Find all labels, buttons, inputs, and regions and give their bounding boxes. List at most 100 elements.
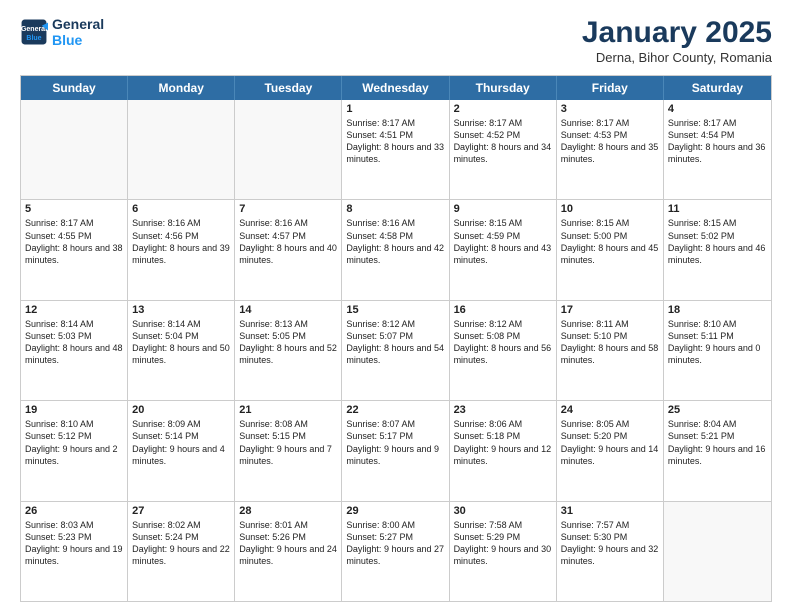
day-cell-16: 16 Sunrise: 8:12 AMSunset: 5:08 PMDayligh…: [450, 301, 557, 400]
cell-info: Sunrise: 8:17 AMSunset: 4:53 PMDaylight:…: [561, 117, 659, 166]
cell-info: Sunrise: 8:16 AMSunset: 4:58 PMDaylight:…: [346, 217, 444, 266]
cell-info: Sunrise: 8:16 AMSunset: 4:56 PMDaylight:…: [132, 217, 230, 266]
day-number: 21: [239, 404, 337, 416]
day-cell-18: 18Sunrise: 8:10 AMSunset: 5:11 PMDayligh…: [664, 301, 771, 400]
day-number: 7: [239, 203, 337, 215]
cell-info: Sunrise: 8:12 AMSunset: 5:08 PMDaylight:…: [454, 318, 552, 367]
cell-info: Sunrise: 7:57 AMSunset: 5:30 PMDaylight:…: [561, 519, 659, 568]
empty-cell: [664, 502, 771, 601]
day-cell-19: 19 Sunrise: 8:10 AMSunset: 5:12 PMDayligh…: [21, 401, 128, 500]
logo-icon: General Blue: [20, 18, 48, 46]
cell-info: Sunrise: 8:12 AMSunset: 5:07 PMDaylight:…: [346, 318, 444, 367]
cell-info: Sunrise: 8:17 AMSunset: 4:55 PMDaylight:…: [25, 217, 123, 266]
day-cell-11: 11 Sunrise: 8:15 AMSunset: 5:02 PMDayligh…: [664, 200, 771, 299]
day-cell-31: 31 Sunrise: 7:57 AMSunset: 5:30 PMDayligh…: [557, 502, 664, 601]
cell-info: Sunrise: 8:08 AMSunset: 5:15 PMDaylight:…: [239, 418, 337, 467]
day-cell-29: 29Sunrise: 8:00 AMSunset: 5:27 PMDayligh…: [342, 502, 449, 601]
cell-info: Sunrise: 8:16 AMSunset: 4:57 PMDaylight:…: [239, 217, 337, 266]
day-cell-28: 28 Sunrise: 8:01 AMSunset: 5:26 PMDayligh…: [235, 502, 342, 601]
day-number: 23: [454, 404, 552, 416]
day-number: 29: [346, 505, 444, 517]
day-cell-5: 5 Sunrise: 8:17 AMSunset: 4:55 PMDaylight…: [21, 200, 128, 299]
day-cell-1: 1 Sunrise: 8:17 AMSunset: 4:51 PMDaylight…: [342, 100, 449, 199]
header-day-saturday: Saturday: [664, 76, 771, 100]
day-cell-27: 27Sunrise: 8:02 AMSunset: 5:24 PMDayligh…: [128, 502, 235, 601]
day-cell-15: 15Sunrise: 8:12 AMSunset: 5:07 PMDayligh…: [342, 301, 449, 400]
cell-info: Sunrise: 8:06 AMSunset: 5:18 PMDaylight:…: [454, 418, 552, 467]
day-cell-6: 6 Sunrise: 8:16 AMSunset: 4:56 PMDaylight…: [128, 200, 235, 299]
logo: General Blue GeneralBlue: [20, 16, 104, 48]
day-number: 13: [132, 304, 230, 316]
day-cell-4: 4 Sunrise: 8:17 AMSunset: 4:54 PMDaylight…: [664, 100, 771, 199]
cell-info: Sunrise: 8:15 AMSunset: 4:59 PMDaylight:…: [454, 217, 552, 266]
calendar-row-2: 12 Sunrise: 8:14 AMSunset: 5:03 PMDayligh…: [21, 301, 771, 401]
cell-info: Sunrise: 8:17 AMSunset: 4:54 PMDaylight:…: [668, 117, 767, 166]
cell-info: Sunrise: 8:11 AMSunset: 5:10 PMDaylight:…: [561, 318, 659, 367]
cell-info: Sunrise: 8:15 AMSunset: 5:02 PMDaylight:…: [668, 217, 767, 266]
day-cell-7: 7 Sunrise: 8:16 AMSunset: 4:57 PMDaylight…: [235, 200, 342, 299]
day-cell-10: 10 Sunrise: 8:15 AMSunset: 5:00 PMDayligh…: [557, 200, 664, 299]
cell-info: Sunrise: 8:05 AMSunset: 5:20 PMDaylight:…: [561, 418, 659, 467]
calendar: SundayMondayTuesdayWednesdayThursdayFrid…: [20, 75, 772, 602]
cell-info: Sunrise: 8:01 AMSunset: 5:26 PMDaylight:…: [239, 519, 337, 568]
day-number: 10: [561, 203, 659, 215]
month-title: January 2025: [582, 16, 772, 50]
cell-info: Sunrise: 8:02 AMSunset: 5:24 PMDaylight:…: [132, 519, 230, 568]
day-cell-26: 26Sunrise: 8:03 AMSunset: 5:23 PMDayligh…: [21, 502, 128, 601]
day-cell-12: 12 Sunrise: 8:14 AMSunset: 5:03 PMDayligh…: [21, 301, 128, 400]
location-subtitle: Derna, Bihor County, Romania: [582, 50, 772, 65]
day-cell-17: 17 Sunrise: 8:11 AMSunset: 5:10 PMDayligh…: [557, 301, 664, 400]
calendar-row-3: 19 Sunrise: 8:10 AMSunset: 5:12 PMDayligh…: [21, 401, 771, 501]
svg-text:Blue: Blue: [26, 35, 41, 42]
empty-cell: [21, 100, 128, 199]
day-number: 18: [668, 304, 767, 316]
logo-text: GeneralBlue: [52, 16, 104, 48]
day-cell-3: 3 Sunrise: 8:17 AMSunset: 4:53 PMDaylight…: [557, 100, 664, 199]
header-day-monday: Monday: [128, 76, 235, 100]
day-number: 12: [25, 304, 123, 316]
day-number: 20: [132, 404, 230, 416]
header: General Blue GeneralBlue January 2025 De…: [20, 16, 772, 65]
header-day-sunday: Sunday: [21, 76, 128, 100]
day-cell-9: 9Sunrise: 8:15 AMSunset: 4:59 PMDaylight…: [450, 200, 557, 299]
day-number: 31: [561, 505, 659, 517]
page: General Blue GeneralBlue January 2025 De…: [0, 0, 792, 612]
cell-info: Sunrise: 8:03 AMSunset: 5:23 PMDaylight:…: [25, 519, 123, 568]
day-number: 3: [561, 103, 659, 115]
cell-info: Sunrise: 8:14 AMSunset: 5:04 PMDaylight:…: [132, 318, 230, 367]
day-number: 28: [239, 505, 337, 517]
day-cell-13: 13 Sunrise: 8:14 AMSunset: 5:04 PMDayligh…: [128, 301, 235, 400]
day-number: 14: [239, 304, 337, 316]
day-number: 6: [132, 203, 230, 215]
cell-info: Sunrise: 8:15 AMSunset: 5:00 PMDaylight:…: [561, 217, 659, 266]
day-cell-20: 20 Sunrise: 8:09 AMSunset: 5:14 PMDayligh…: [128, 401, 235, 500]
day-number: 1: [346, 103, 444, 115]
day-number: 4: [668, 103, 767, 115]
cell-info: Sunrise: 8:14 AMSunset: 5:03 PMDaylight:…: [25, 318, 123, 367]
day-number: 24: [561, 404, 659, 416]
calendar-row-0: 1 Sunrise: 8:17 AMSunset: 4:51 PMDaylight…: [21, 100, 771, 200]
cell-info: Sunrise: 8:10 AMSunset: 5:12 PMDaylight:…: [25, 418, 123, 467]
day-number: 11: [668, 203, 767, 215]
day-number: 2: [454, 103, 552, 115]
header-day-friday: Friday: [557, 76, 664, 100]
cell-info: Sunrise: 8:17 AMSunset: 4:51 PMDaylight:…: [346, 117, 444, 166]
empty-cell: [128, 100, 235, 199]
day-number: 17: [561, 304, 659, 316]
cell-info: Sunrise: 7:58 AMSunset: 5:29 PMDaylight:…: [454, 519, 552, 568]
day-cell-24: 24 Sunrise: 8:05 AMSunset: 5:20 PMDayligh…: [557, 401, 664, 500]
day-cell-22: 22Sunrise: 8:07 AMSunset: 5:17 PMDayligh…: [342, 401, 449, 500]
cell-info: Sunrise: 8:09 AMSunset: 5:14 PMDaylight:…: [132, 418, 230, 467]
calendar-row-4: 26Sunrise: 8:03 AMSunset: 5:23 PMDayligh…: [21, 502, 771, 601]
calendar-row-1: 5 Sunrise: 8:17 AMSunset: 4:55 PMDaylight…: [21, 200, 771, 300]
svg-text:General: General: [21, 26, 47, 33]
cell-info: Sunrise: 8:07 AMSunset: 5:17 PMDaylight:…: [346, 418, 444, 467]
day-cell-21: 21 Sunrise: 8:08 AMSunset: 5:15 PMDayligh…: [235, 401, 342, 500]
day-number: 16: [454, 304, 552, 316]
day-cell-14: 14Sunrise: 8:13 AMSunset: 5:05 PMDayligh…: [235, 301, 342, 400]
header-day-thursday: Thursday: [450, 76, 557, 100]
header-day-tuesday: Tuesday: [235, 76, 342, 100]
day-number: 5: [25, 203, 123, 215]
day-number: 19: [25, 404, 123, 416]
day-number: 8: [346, 203, 444, 215]
